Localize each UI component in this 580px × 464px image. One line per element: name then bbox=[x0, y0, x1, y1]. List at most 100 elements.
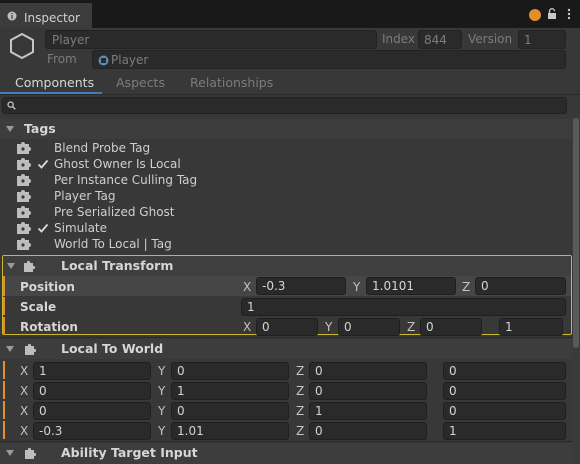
rotation-x-field[interactable]: 0 bbox=[256, 318, 318, 336]
matrix-cell-field[interactable]: 1.01 bbox=[171, 422, 289, 440]
tag-puzzle-icon bbox=[16, 157, 32, 171]
matrix-cell-field[interactable]: 0 bbox=[33, 402, 151, 420]
kebab-menu-icon[interactable] bbox=[565, 8, 573, 20]
info-icon bbox=[7, 11, 17, 21]
foldout-arrow-icon[interactable] bbox=[6, 126, 14, 132]
checkbox-empty[interactable] bbox=[36, 173, 50, 187]
matrix-y-label: Y bbox=[158, 424, 166, 438]
position-x-label: X bbox=[243, 280, 252, 294]
checkmark-icon[interactable] bbox=[36, 221, 50, 235]
tag-row: Per Instance Culling Tag bbox=[0, 172, 560, 188]
rotation-z-field[interactable]: 0 bbox=[420, 318, 482, 336]
divider bbox=[0, 337, 572, 338]
tag-puzzle-icon bbox=[16, 189, 32, 203]
matrix-cell-field[interactable]: -0.3 bbox=[33, 422, 151, 440]
rotation-z-label: Z bbox=[407, 320, 416, 334]
version-label: Version bbox=[468, 32, 513, 46]
tags-title: Tags bbox=[24, 121, 56, 136]
foldout-arrow-icon[interactable] bbox=[7, 263, 15, 269]
matrix-cell-field[interactable]: 0 bbox=[309, 362, 427, 380]
foldout-arrow-icon[interactable] bbox=[6, 450, 14, 456]
matrix-cell-field[interactable]: 0 bbox=[309, 382, 427, 400]
position-z-field[interactable]: 0 bbox=[475, 277, 566, 295]
matrix-cell-field[interactable]: 0 bbox=[443, 402, 566, 420]
scale-label: Scale bbox=[20, 300, 57, 314]
inspector-tab-label: Inspector bbox=[24, 11, 80, 25]
matrix-z-label: Z bbox=[296, 364, 305, 378]
matrix-cell-field[interactable]: 1 bbox=[171, 382, 289, 400]
matrix-cell-field[interactable]: 1 bbox=[33, 362, 151, 380]
search-icon bbox=[7, 101, 16, 110]
entity-name-field[interactable]: Player bbox=[45, 30, 377, 49]
matrix-x-label: X bbox=[20, 424, 29, 438]
scale-field[interactable]: 1 bbox=[241, 298, 566, 316]
local-transform-title: Local Transform bbox=[61, 258, 174, 273]
tag-puzzle-icon bbox=[16, 221, 32, 235]
tag-label: Blend Probe Tag bbox=[54, 141, 151, 155]
checkmark-icon[interactable] bbox=[36, 157, 50, 171]
matrix-cell-field[interactable]: 0 bbox=[309, 422, 427, 440]
rotation-w-field[interactable]: 1 bbox=[499, 318, 563, 336]
tag-row: Simulate bbox=[0, 220, 560, 236]
position-z-label: Z bbox=[462, 280, 471, 294]
tag-row: Ghost Owner Is Local bbox=[0, 156, 560, 172]
matrix-cell-field[interactable]: 0 bbox=[171, 402, 289, 420]
tag-puzzle-icon bbox=[16, 237, 32, 251]
matrix-cell-field[interactable]: 1 bbox=[443, 422, 566, 440]
override-indicator bbox=[3, 421, 5, 439]
matrix-cell-field[interactable]: 0 bbox=[33, 382, 151, 400]
ability-target-input-header[interactable]: Ability Target Input bbox=[0, 443, 572, 464]
tag-label: Ghost Owner Is Local bbox=[54, 157, 181, 171]
checkbox-empty[interactable] bbox=[36, 189, 50, 203]
override-indicator bbox=[3, 361, 5, 379]
matrix-z-label: Z bbox=[296, 424, 305, 438]
lock-icon[interactable] bbox=[547, 8, 557, 20]
matrix-cell-field[interactable]: 1 bbox=[309, 402, 427, 420]
search-input[interactable] bbox=[2, 97, 567, 114]
position-y-label: Y bbox=[353, 280, 361, 294]
tags-section-header[interactable]: Tags bbox=[0, 119, 572, 139]
checkbox-empty[interactable] bbox=[36, 205, 50, 219]
from-field[interactable]: Player bbox=[92, 50, 566, 69]
tab-components[interactable]: Components bbox=[15, 75, 94, 91]
divider bbox=[0, 94, 580, 95]
tab-relationships[interactable]: Relationships bbox=[190, 75, 273, 91]
checkbox-empty[interactable] bbox=[36, 237, 50, 251]
matrix-cell-field[interactable]: 0 bbox=[171, 362, 289, 380]
override-indicator bbox=[3, 381, 5, 399]
matrix-x-label: X bbox=[20, 384, 29, 398]
from-value: Player bbox=[111, 53, 149, 67]
scrollbar-thumb[interactable] bbox=[573, 118, 579, 348]
local-to-world-header[interactable]: Local To World bbox=[0, 339, 572, 359]
tab-aspects[interactable]: Aspects bbox=[116, 75, 165, 91]
version-value: 1 bbox=[524, 33, 532, 47]
foldout-arrow-icon[interactable] bbox=[6, 346, 14, 352]
tag-label: Per Instance Culling Tag bbox=[54, 173, 198, 187]
tag-puzzle-icon bbox=[16, 173, 32, 187]
matrix-x-label: X bbox=[20, 364, 29, 378]
position-y-field[interactable]: 1.0101 bbox=[366, 277, 456, 295]
index-field[interactable]: 844 bbox=[418, 30, 462, 49]
matrix-cell-field[interactable]: 0 bbox=[443, 382, 566, 400]
tag-label: Pre Serialized Ghost bbox=[54, 205, 175, 219]
component-puzzle-icon bbox=[25, 447, 37, 459]
position-label: Position bbox=[20, 280, 75, 294]
tag-label: World To Local | Tag bbox=[54, 237, 172, 251]
inspector-tab[interactable]: Inspector bbox=[0, 3, 92, 28]
matrix-z-label: Z bbox=[296, 404, 305, 418]
override-indicator bbox=[3, 317, 5, 335]
checkbox-empty[interactable] bbox=[36, 141, 50, 155]
matrix-cell-field[interactable]: 0 bbox=[443, 362, 566, 380]
matrix-y-label: Y bbox=[158, 404, 166, 418]
tag-puzzle-icon bbox=[16, 141, 32, 155]
rotation-label: Rotation bbox=[20, 320, 78, 334]
tag-label: Simulate bbox=[54, 221, 108, 235]
component-puzzle-icon bbox=[24, 260, 36, 272]
from-label: From bbox=[47, 52, 77, 66]
rotation-y-field[interactable]: 0 bbox=[338, 318, 400, 336]
local-transform-header[interactable]: Local Transform bbox=[3, 256, 571, 276]
position-x-field[interactable]: -0.3 bbox=[256, 277, 346, 295]
index-value: 844 bbox=[424, 33, 447, 47]
matrix-y-label: Y bbox=[158, 384, 166, 398]
version-field[interactable]: 1 bbox=[518, 30, 566, 49]
